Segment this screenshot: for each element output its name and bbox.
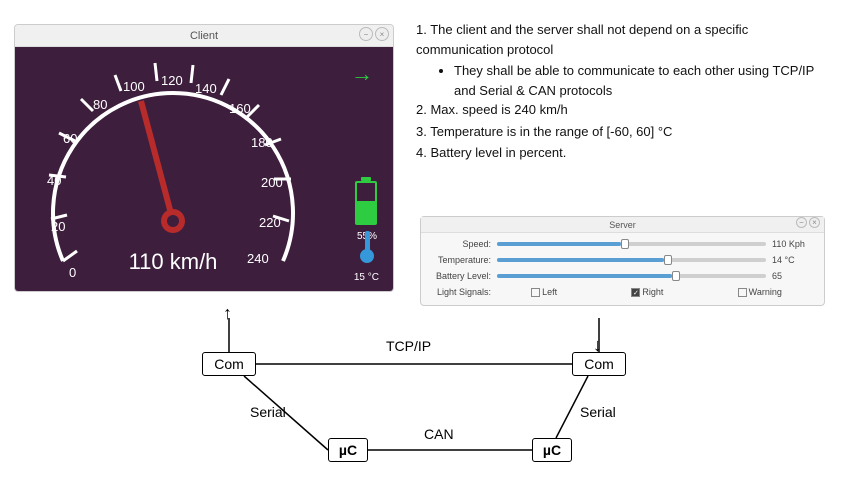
checkbox-right[interactable]: ✓Right bbox=[631, 287, 663, 297]
temp-slider[interactable] bbox=[497, 258, 766, 262]
right-turn-indicator-icon: → bbox=[351, 61, 373, 87]
label-serial-left: Serial bbox=[250, 404, 286, 420]
speed-readout: 110 km/h bbox=[23, 249, 323, 275]
batt-value: 65 bbox=[772, 271, 816, 281]
speed-value: 110 Kph bbox=[772, 239, 816, 249]
client-body: 0 20 40 60 80 100 120 140 160 180 200 22… bbox=[15, 47, 393, 291]
client-window: Client − × bbox=[14, 24, 394, 292]
com-node-right: Com bbox=[572, 352, 626, 376]
req-2: 2. Max. speed is 240 km/h bbox=[416, 100, 836, 120]
req-4: 4. Battery level in percent. bbox=[416, 143, 836, 163]
label-signals: Light Signals: bbox=[429, 287, 497, 297]
checkbox-left[interactable]: Left bbox=[531, 287, 557, 297]
req-1-bullet: They shall be able to communicate to eac… bbox=[454, 61, 836, 100]
arrow-up-icon: ↑ bbox=[223, 304, 232, 322]
speed-gauge: 0 20 40 60 80 100 120 140 160 180 200 22… bbox=[23, 51, 323, 291]
server-title: Server bbox=[609, 220, 636, 230]
thermometer-icon bbox=[359, 233, 375, 263]
temp-readout: 15 °C bbox=[354, 272, 379, 283]
com-node-left: Com bbox=[202, 352, 256, 376]
checkbox-warning[interactable]: Warning bbox=[738, 287, 782, 297]
uc-node-right: µC bbox=[532, 438, 572, 462]
architecture-diagram: ↑ ↓ Com Com µC µC TCP/IP CAN Serial Seri… bbox=[0, 310, 852, 500]
server-window: Server − × Speed: 110 Kph Temperature: 1… bbox=[420, 216, 825, 306]
label-speed: Speed: bbox=[429, 239, 497, 249]
label-temp: Temperature: bbox=[429, 255, 497, 265]
minimize-button[interactable]: − bbox=[359, 27, 373, 41]
label-serial-right: Serial bbox=[580, 404, 616, 420]
battery-icon bbox=[355, 177, 377, 225]
label-tcpip: TCP/IP bbox=[386, 338, 431, 354]
req-1: 1. The client and the server shall not d… bbox=[416, 20, 836, 59]
server-titlebar: Server − × bbox=[421, 217, 824, 233]
close-button[interactable]: × bbox=[809, 217, 820, 228]
close-button[interactable]: × bbox=[375, 27, 389, 41]
uc-node-left: µC bbox=[328, 438, 368, 462]
temp-value: 14 °C bbox=[772, 255, 816, 265]
gauge-icon bbox=[23, 24, 323, 241]
requirements-text: 1. The client and the server shall not d… bbox=[416, 20, 836, 165]
speed-slider[interactable] bbox=[497, 242, 766, 246]
batt-slider[interactable] bbox=[497, 274, 766, 278]
req-3: 3. Temperature is in the range of [-60, … bbox=[416, 122, 836, 142]
minimize-button[interactable]: − bbox=[796, 217, 807, 228]
label-batt: Battery Level: bbox=[429, 271, 497, 281]
label-can: CAN bbox=[424, 426, 454, 442]
